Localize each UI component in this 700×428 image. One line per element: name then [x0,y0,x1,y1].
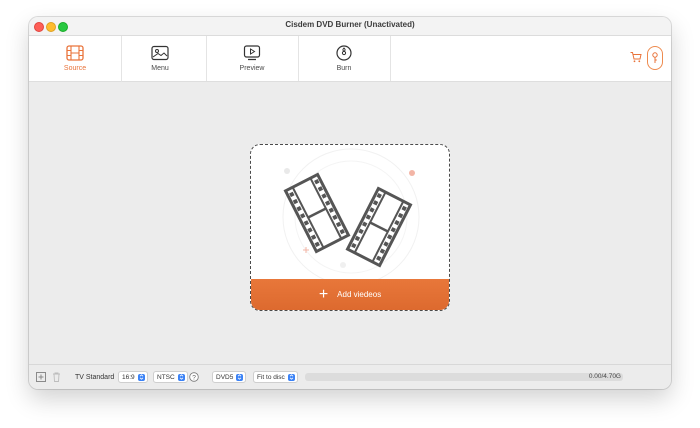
activate-key-button[interactable] [647,46,663,70]
tab-burn-label: Burn [336,65,352,72]
help-button[interactable]: ? [189,371,199,383]
toolbar: Source Menu Preview Burn [29,36,671,83]
help-icon: ? [189,372,199,382]
add-square-icon [36,372,46,382]
add-item-button[interactable] [36,371,46,383]
disc-capacity-text: 0.00/4.70G [588,373,621,380]
select-chevron-icon [287,373,295,381]
video-drop-zone[interactable]: + Add viedeos [250,144,450,311]
add-videos-button[interactable]: + Add viedeos [251,279,449,310]
add-videos-label: Add viedeos [337,290,382,299]
trash-icon [53,372,60,382]
status-bar: TV Standard 16:9 NTSC ? DVD5 Fit to disc… [29,364,671,389]
menu-image-icon [151,45,169,61]
film-strip-icon [66,45,84,61]
app-window: Cisdem DVD Burner (Unactivated) Source M… [29,17,671,389]
source-workspace: + Add viedeos [29,82,671,363]
tab-preview-label: Preview [239,65,265,72]
tab-source[interactable]: Source [29,36,122,83]
tv-standard-label: TV Standard [75,373,115,381]
tab-burn[interactable]: Burn [298,36,391,81]
cart-icon[interactable] [630,51,642,63]
fit-mode-select[interactable]: Fit to disc [253,371,298,383]
fit-mode-value: Fit to disc [257,373,285,381]
disc-type-value: DVD5 [216,373,234,381]
aspect-ratio-value: 16:9 [122,373,135,381]
select-chevron-icon [177,373,185,381]
disc-burn-icon [336,45,352,61]
disc-capacity-bar: 0.00/4.70G [305,373,623,381]
tv-standard-value: NTSC [157,373,175,381]
select-chevron-icon [236,373,244,381]
tab-menu-label: Menu [151,65,169,72]
disc-type-select[interactable]: DVD5 [212,371,247,383]
tab-source-label: Source [63,65,87,72]
title-bar: Cisdem DVD Burner (Unactivated) [29,17,671,36]
aspect-ratio-select[interactable]: 16:9 [118,371,148,383]
plus-icon: + [318,285,329,303]
window-title: Cisdem DVD Burner (Unactivated) [285,20,415,29]
tab-preview[interactable]: Preview [206,36,299,81]
play-screen-icon [243,45,261,61]
tv-standard-select[interactable]: NTSC [153,371,188,383]
delete-item-button[interactable] [52,371,61,383]
select-chevron-icon [137,373,145,381]
tab-menu[interactable]: Menu [114,36,207,81]
film-reels-icon [282,148,420,281]
key-icon [652,52,658,63]
svg-text:?: ? [192,374,196,381]
